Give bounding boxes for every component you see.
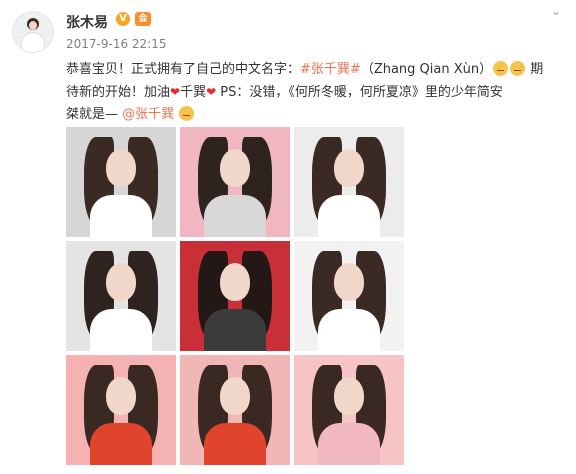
username[interactable]: 张木易 (66, 12, 108, 32)
photo-thumbnail[interactable] (180, 355, 290, 465)
chevron-down-icon[interactable]: ⌄ (548, 4, 564, 20)
topic-link[interactable]: #张千巽# (300, 62, 361, 77)
photo-thumbnail[interactable] (294, 355, 404, 465)
post-text-line1-tail: 期 (526, 62, 544, 77)
emoji-face-icon (510, 61, 526, 76)
photo-clothing (318, 309, 380, 351)
emoji-face-icon (493, 61, 509, 76)
photo-clothing (204, 309, 266, 351)
photo-clothing (204, 195, 266, 237)
avatar-body (22, 33, 44, 52)
photo-face (334, 263, 364, 301)
post-text-line2-prefix: 待新的开始！加油 (66, 85, 171, 100)
photo-face (220, 263, 250, 301)
verified-badge-icon: V (116, 12, 130, 26)
photo-thumbnail[interactable] (66, 241, 176, 351)
photo-face (106, 377, 136, 415)
post-text-line1-middle: （Zhang Qian Xùn） (360, 62, 493, 77)
avatar[interactable] (13, 12, 53, 52)
photo-clothing (90, 195, 152, 237)
photo-face (334, 377, 364, 415)
photo-face (106, 149, 136, 187)
photo-thumbnail[interactable] (294, 127, 404, 237)
photo-grid (66, 127, 406, 467)
mention-link[interactable]: @张千巽 (122, 107, 174, 122)
photo-clothing (204, 423, 266, 465)
photo-face (334, 149, 364, 187)
photo-face (220, 377, 250, 415)
post-time[interactable]: 2017-9-16 22:15 (66, 37, 167, 51)
post-text-line1-prefix: 恭喜宝贝！正式拥有了自己的中文名字： (66, 62, 301, 77)
photo-face (106, 263, 136, 301)
photo-thumbnail[interactable] (66, 355, 176, 465)
heart-icon: ❤ (170, 85, 181, 99)
photo-thumbnail[interactable] (180, 127, 290, 237)
photo-clothing (90, 309, 152, 351)
heart-icon: ❤ (206, 85, 217, 99)
photo-clothing (318, 195, 380, 237)
photo-face (220, 149, 250, 187)
post-text-line3-prefix: 桀就是— (66, 107, 123, 122)
post-text-line2-ps: PS：没错，《何所冬暖，何所夏凉》里的少年简安 (216, 85, 503, 100)
post-text-line2-name: 千巽 (180, 85, 207, 100)
photo-clothing (318, 423, 380, 465)
photo-thumbnail[interactable] (66, 127, 176, 237)
photo-thumbnail[interactable] (294, 241, 404, 351)
emoji-face-icon (179, 106, 195, 121)
avatar-face (29, 21, 37, 30)
member-badge-icon: 会 (135, 12, 151, 26)
photo-thumbnail[interactable] (180, 241, 290, 351)
photo-clothing (90, 423, 152, 465)
post-text: 恭喜宝贝！正式拥有了自己的中文名字：#张千巽#（Zhang Qian Xùn） … (66, 59, 566, 126)
